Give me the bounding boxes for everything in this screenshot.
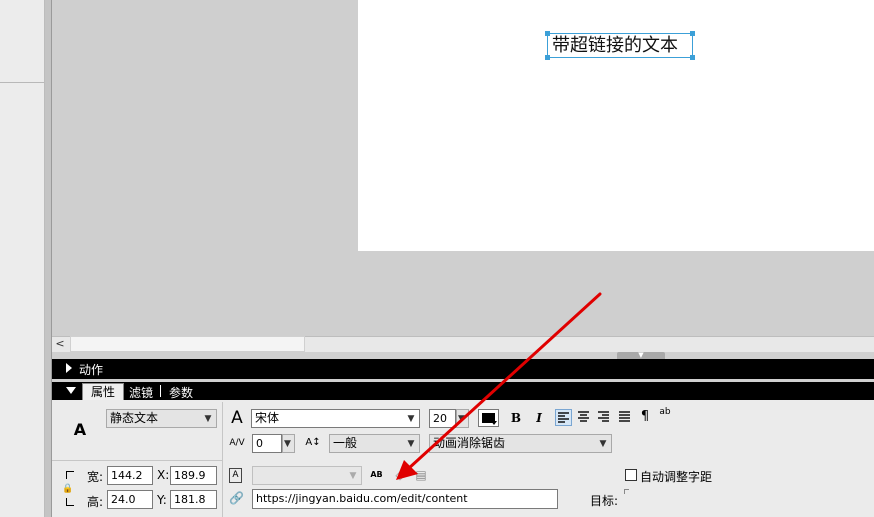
chevron-down-icon: ▼ bbox=[204, 414, 212, 424]
y-input[interactable]: 181.8 bbox=[170, 490, 217, 509]
constrain-bracket-bottom bbox=[66, 498, 74, 506]
font-family-select[interactable]: 宋体 ▼ bbox=[251, 409, 420, 428]
left-panel bbox=[0, 0, 45, 517]
align-left-icon[interactable] bbox=[555, 409, 572, 426]
selection-handle-tr[interactable] bbox=[690, 31, 695, 36]
column-divider bbox=[222, 402, 223, 517]
justify-icon[interactable] bbox=[616, 409, 633, 426]
constrain-bracket-top bbox=[66, 471, 74, 479]
tab-properties[interactable]: 属性 bbox=[82, 383, 124, 401]
anti-alias-select[interactable]: 动画消除锯齿 ▼ bbox=[429, 434, 612, 453]
panel-resize-strip[interactable] bbox=[45, 0, 52, 517]
font-size-input[interactable]: 20 bbox=[429, 409, 456, 428]
tab-filters[interactable]: 滤镜 bbox=[129, 384, 153, 401]
letter-spacing-input[interactable]: 0 bbox=[252, 434, 282, 453]
left-panel-divider bbox=[0, 82, 44, 83]
chevron-down-icon: ▼ bbox=[349, 471, 357, 481]
selection-handle-br[interactable] bbox=[690, 55, 695, 60]
height-input[interactable]: 24.0 bbox=[107, 490, 153, 509]
tab-parameters[interactable]: 参数 bbox=[169, 384, 193, 401]
x-input[interactable]: 189.9 bbox=[170, 466, 217, 485]
italic-icon[interactable]: I bbox=[532, 410, 546, 426]
text-tool-icon: A bbox=[73, 420, 87, 439]
lock-icon[interactable]: 🔒 bbox=[62, 483, 74, 495]
auto-kern-label: 自动调整字距 bbox=[640, 470, 713, 484]
align-center-icon[interactable] bbox=[575, 409, 592, 426]
actions-panel-title: 动作 bbox=[79, 363, 104, 377]
text-direction-icon[interactable]: ab bbox=[657, 407, 673, 424]
chevron-down-icon: ▼ bbox=[458, 414, 465, 424]
x-label: X: bbox=[157, 468, 170, 482]
collapse-arrow-icon[interactable]: ▼ bbox=[636, 352, 646, 359]
align-right-icon[interactable] bbox=[595, 409, 612, 426]
selection-handle-bl[interactable] bbox=[545, 55, 550, 60]
font-rendering-select: ▼ bbox=[252, 466, 362, 485]
auto-kern-checkbox[interactable] bbox=[625, 469, 637, 481]
target-select[interactable] bbox=[624, 489, 629, 494]
actions-panel-header[interactable]: 动作 bbox=[52, 359, 874, 379]
text-type-value: 静态文本 bbox=[110, 411, 159, 425]
text-field-icon: A bbox=[229, 468, 242, 483]
chevron-down-icon: ▼ bbox=[284, 439, 291, 449]
baseline-icon: A↕ bbox=[305, 437, 321, 448]
bold-icon[interactable]: B bbox=[509, 410, 523, 426]
width-input[interactable]: 144.2 bbox=[107, 466, 153, 485]
width-label: 宽: bbox=[87, 470, 104, 484]
url-input[interactable]: https://jingyan.baidu.com/edit/content bbox=[252, 489, 558, 509]
selected-text-field[interactable]: 带超链接的文本 bbox=[547, 33, 693, 58]
link-icon: 🔗 bbox=[229, 491, 244, 505]
selectable-text-icon[interactable]: AB bbox=[369, 468, 384, 482]
text-color-picker[interactable] bbox=[478, 409, 499, 427]
html-render-icon[interactable]: ◇ bbox=[393, 467, 407, 483]
target-label: 目标: bbox=[590, 494, 619, 508]
border-around-text-icon[interactable]: ▤ bbox=[414, 467, 428, 483]
swatch-dropdown-icon bbox=[491, 421, 497, 425]
font-family-value: 宋体 bbox=[255, 411, 280, 425]
scrollbar-thumb[interactable] bbox=[70, 336, 305, 352]
tab-divider bbox=[160, 385, 161, 397]
scroll-left-arrow-icon[interactable]: < bbox=[52, 337, 68, 351]
expand-triangle-icon[interactable] bbox=[66, 363, 72, 373]
anti-alias-value: 动画消除锯齿 bbox=[433, 436, 506, 450]
font-icon: A bbox=[231, 408, 243, 428]
font-size-stepper[interactable]: ▼ bbox=[456, 409, 469, 428]
baseline-value: 一般 bbox=[333, 436, 358, 450]
baseline-select[interactable]: 一般 ▼ bbox=[329, 434, 420, 453]
paragraph-icon[interactable]: ¶ bbox=[638, 409, 652, 426]
text-type-select[interactable]: 静态文本 ▼ bbox=[106, 409, 217, 428]
y-label: Y: bbox=[157, 493, 167, 507]
selection-handle-tl[interactable] bbox=[545, 31, 550, 36]
properties-panel-header: 属性 滤镜 参数 bbox=[52, 382, 874, 401]
chevron-down-icon: ▼ bbox=[407, 414, 415, 424]
chevron-down-icon: ▼ bbox=[407, 439, 415, 449]
letter-spacing-stepper[interactable]: ▼ bbox=[282, 434, 295, 453]
letter-spacing-icon: A/V bbox=[229, 438, 245, 448]
chevron-down-icon: ▼ bbox=[599, 439, 607, 449]
collapse-triangle-icon[interactable] bbox=[66, 387, 76, 394]
row-divider bbox=[52, 460, 222, 461]
height-label: 高: bbox=[87, 495, 104, 509]
